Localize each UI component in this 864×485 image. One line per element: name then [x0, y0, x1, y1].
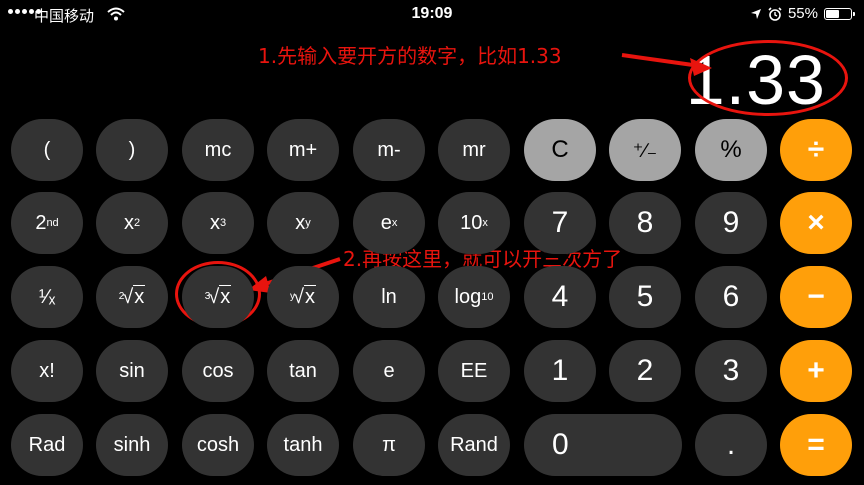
close-paren-button[interactable]: )	[96, 119, 168, 181]
second-label: 2	[35, 211, 47, 234]
percent-button[interactable]: %	[695, 119, 767, 181]
sqrt-radicand: x	[133, 285, 146, 308]
euler-button[interactable]: e	[353, 340, 425, 402]
location-icon	[750, 8, 761, 19]
cbrt-radicand: x	[219, 285, 232, 308]
tan-button[interactable]: tan	[267, 340, 339, 402]
decimal-button[interactable]: .	[695, 414, 767, 476]
digit-6-button[interactable]: 6	[695, 266, 767, 328]
power-y-button[interactable]: xy	[267, 192, 339, 254]
plus-minus-button[interactable]: ⁺∕₋	[609, 119, 681, 181]
log10-button[interactable]: log 10	[438, 266, 510, 328]
battery-level	[826, 9, 839, 18]
plus-button[interactable]: +	[780, 340, 852, 402]
square-root-button[interactable]: 2 √ x	[96, 266, 168, 328]
exp-e-base: e	[380, 211, 392, 234]
alarm-icon	[768, 6, 782, 21]
exponent-ee-button[interactable]: EE	[438, 340, 510, 402]
digit-8-button[interactable]: 8	[609, 192, 681, 254]
annotation-step1: 1.先输入要开方的数字，比如1.33	[258, 44, 562, 68]
power-base: x	[295, 211, 306, 234]
digit-2-button[interactable]: 2	[609, 340, 681, 402]
digit-1-button[interactable]: 1	[524, 340, 596, 402]
divide-button[interactable]: ÷	[780, 119, 852, 181]
radical-icon: √	[293, 285, 304, 308]
status-bar: 中国移动 19:09 55%	[0, 0, 864, 28]
square-button[interactable]: x2	[96, 192, 168, 254]
natural-log-button[interactable]: ln	[353, 266, 425, 328]
battery-icon	[824, 7, 855, 20]
cube-button[interactable]: x3	[182, 192, 254, 254]
random-button[interactable]: Rand	[438, 414, 510, 476]
clock-time: 19:09	[411, 5, 453, 22]
digit-9-button[interactable]: 9	[695, 192, 767, 254]
ten-power-base: 10	[460, 211, 483, 234]
memory-clear-button[interactable]: mc	[182, 119, 254, 181]
reciprocal-button[interactable]: ¹∕ₓ	[11, 266, 83, 328]
cosh-button[interactable]: cosh	[182, 414, 254, 476]
factorial-button[interactable]: x!	[11, 340, 83, 402]
digit-3-button[interactable]: 3	[695, 340, 767, 402]
digit-7-button[interactable]: 7	[524, 192, 596, 254]
second-function-button[interactable]: 2nd	[11, 192, 83, 254]
open-paren-button[interactable]: (	[11, 119, 83, 181]
radical-icon: √	[122, 285, 134, 308]
cube-base: x	[209, 211, 220, 234]
ten-power-button[interactable]: 10 x	[438, 192, 510, 254]
equals-button[interactable]: =	[780, 414, 852, 476]
memory-recall-button[interactable]: mr	[438, 119, 510, 181]
sinh-button[interactable]: sinh	[96, 414, 168, 476]
yroot-radicand: x	[303, 285, 316, 308]
memory-subtract-button[interactable]: m-	[353, 119, 425, 181]
cube-root-button[interactable]: 3 √ x	[182, 266, 254, 328]
clear-button[interactable]: C	[524, 119, 596, 181]
sin-button[interactable]: sin	[96, 340, 168, 402]
digit-4-button[interactable]: 4	[524, 266, 596, 328]
square-base: x	[123, 211, 134, 234]
minus-button[interactable]: −	[780, 266, 852, 328]
pi-button[interactable]: π	[353, 414, 425, 476]
radian-button[interactable]: Rad	[11, 414, 83, 476]
multiply-button[interactable]: ×	[780, 192, 852, 254]
battery-percent: 55%	[787, 5, 818, 22]
log-label: log	[454, 285, 482, 308]
tanh-button[interactable]: tanh	[267, 414, 339, 476]
y-root-button[interactable]: y √ x	[267, 266, 339, 328]
digit-5-button[interactable]: 5	[609, 266, 681, 328]
digit-0-button[interactable]: 0	[524, 414, 682, 476]
exp-e-button[interactable]: ex	[353, 192, 425, 254]
cos-button[interactable]: cos	[182, 340, 254, 402]
memory-add-button[interactable]: m+	[267, 119, 339, 181]
annotation-circle-display	[688, 40, 848, 116]
radical-icon: √	[208, 285, 220, 308]
